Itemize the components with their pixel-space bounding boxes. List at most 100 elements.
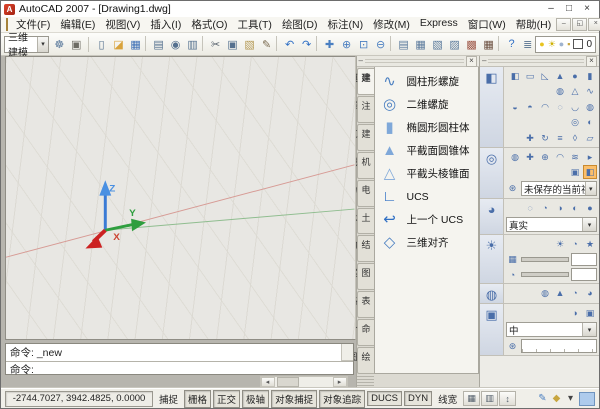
menu-item[interactable]: 视图(V) (100, 17, 145, 32)
tab-switch-icon[interactable]: ↕ (499, 391, 516, 406)
layer-color-swatch[interactable] (573, 39, 583, 49)
menu-item[interactable]: 格式(O) (186, 17, 232, 32)
dashboard-close-icon[interactable]: × (586, 56, 597, 67)
palette-tab[interactable]: 建筑 (357, 124, 374, 151)
cylinder-icon[interactable]: ▮ (583, 69, 597, 83)
torus-icon[interactable]: ◍ (553, 84, 567, 98)
render-preset-dropdown[interactable]: 中 ▾ (506, 322, 597, 337)
render-environment-icon[interactable]: ◍ (480, 284, 504, 303)
palette-tab[interactable]: 图案 (357, 263, 374, 290)
zoom-previous-icon[interactable]: ⊖ (372, 36, 389, 53)
helix-icon[interactable]: ∿ (583, 84, 597, 98)
menu-item[interactable]: 窗口(W) (463, 17, 511, 32)
swivel-icon[interactable]: ◠ (553, 150, 567, 164)
toolbar-separator[interactable] (202, 36, 206, 51)
status-toggle-button[interactable]: 极轴 (242, 390, 269, 408)
palette-tool-item[interactable]: ∟ UCS (377, 186, 476, 207)
menu-item[interactable]: 插入(I) (145, 17, 186, 32)
render-settings-icon[interactable]: ▣ (583, 306, 597, 320)
cone-icon[interactable]: ▲ (553, 69, 567, 83)
palette-close-icon[interactable]: × (466, 56, 477, 67)
box-icon[interactable]: ▭ (523, 69, 537, 83)
zoom-window-icon[interactable]: ⊡ (355, 36, 372, 53)
palette-tab[interactable]: 表格 (357, 291, 374, 318)
help-icon[interactable]: ? (503, 36, 520, 53)
time-field[interactable] (571, 268, 597, 281)
layout-tab-icon[interactable]: ▥ (481, 391, 498, 406)
extract-edges-icon[interactable]: ◊ (568, 131, 582, 145)
zoom-icon[interactable]: ⊕ (538, 150, 552, 164)
clean-screen-button[interactable] (579, 392, 595, 406)
wedge-icon[interactable]: ◺ (538, 69, 552, 83)
perspective-icon[interactable]: ◧ (583, 165, 597, 179)
scroll-right-icon[interactable]: ▸ (333, 377, 347, 387)
command-history[interactable]: 命令: _new (6, 344, 353, 362)
2d-wireframe-icon[interactable]: ◌ (523, 201, 537, 215)
layer-dropdown[interactable]: ●☀●▪ 0 (535, 36, 596, 53)
palette-overflow-grip[interactable] (357, 374, 374, 386)
palette-tool-item[interactable]: △ 平截头棱锥面 (377, 163, 476, 184)
date-slider[interactable] (521, 257, 569, 262)
toolbar-separator[interactable] (276, 36, 280, 51)
layers-icon[interactable]: ≣ (522, 36, 533, 53)
time-slider[interactable] (521, 272, 569, 277)
sun-status-icon[interactable]: ☀ (553, 237, 567, 251)
constrained-orbit-icon[interactable]: ◍ (508, 150, 522, 164)
mdi-minimize-button[interactable]: – (556, 18, 571, 31)
palette-tool-item[interactable]: ◎ 二维螺旋 (377, 94, 476, 115)
command-horizontal-scrollbar[interactable]: ◂ ▸ (260, 376, 348, 388)
toolbar-lock-icon[interactable]: ◆ (550, 393, 563, 404)
palette-tab[interactable]: 机械 (357, 152, 374, 179)
layer-plot-icon[interactable]: ▪ (567, 40, 570, 49)
revolve-icon[interactable]: ◌ (553, 100, 567, 114)
conceptual-icon[interactable]: ◐ (568, 201, 582, 215)
subtract-icon[interactable]: ◎ (568, 115, 582, 129)
model-tab-icon[interactable]: ▦ (463, 391, 480, 406)
command-window[interactable]: 命令: _new 命令: (5, 343, 354, 375)
status-toggle-button[interactable]: 正交 (213, 390, 240, 408)
3d-navigate-icon[interactable]: ◎ (480, 148, 504, 198)
palette-tab[interactable]: 土木 (357, 208, 374, 235)
properties-icon[interactable]: ▤ (395, 36, 412, 53)
status-toggle-button[interactable]: DYN (404, 391, 432, 406)
paste-icon[interactable]: ▧ (241, 36, 258, 53)
render-icon[interactable]: ▣ (480, 304, 504, 355)
cut-icon[interactable]: ✂ (207, 36, 224, 53)
status-toggle-button[interactable]: DUCS (367, 391, 402, 406)
view-restore-icon[interactable]: ⊛ (506, 183, 519, 194)
union-icon[interactable]: ◍ (583, 100, 597, 114)
maximize-button[interactable]: □ (560, 2, 578, 16)
menu-item[interactable]: 标注(N) (323, 17, 369, 32)
advanced-render-settings-icon[interactable]: ◔ (568, 286, 582, 300)
match-properties-icon[interactable]: ✎ (258, 36, 275, 53)
layer-lock-icon[interactable]: ● (559, 40, 564, 49)
light-icon[interactable]: ☀ (480, 235, 504, 283)
annotation-scale-icon[interactable]: ✎ (536, 393, 549, 404)
palette-tab[interactable]: 绘图 (357, 347, 374, 374)
palette-tool-item[interactable]: ◇ 三维对齐 (377, 232, 476, 253)
status-toggle-button[interactable]: 对象追踪 (319, 390, 365, 408)
walk-icon[interactable]: ≋ (568, 150, 582, 164)
menu-item[interactable]: 修改(M) (368, 17, 415, 32)
chevron-down-icon[interactable]: ▾ (582, 323, 596, 336)
markup-icon[interactable]: ▩ (463, 36, 480, 53)
chevron-down-icon[interactable]: ▾ (37, 37, 48, 52)
presspull-icon[interactable]: ◓ (523, 100, 537, 114)
command-vertical-scrollbar[interactable] (341, 344, 353, 361)
toolbar-separator[interactable] (390, 36, 394, 51)
pan-icon[interactable]: ✚ (321, 36, 338, 53)
extrude-icon[interactable]: ◒ (508, 100, 522, 114)
status-toggle-button[interactable]: 栅格 (184, 390, 211, 408)
minimize-button[interactable]: – (542, 2, 560, 16)
render-window-icon[interactable]: ◕ (583, 286, 597, 300)
designcenter-icon[interactable]: ▦ (412, 36, 429, 53)
render-output-field[interactable] (521, 339, 597, 353)
chevron-down-icon[interactable]: ▾ (582, 218, 596, 231)
new-icon[interactable]: ▯ (93, 36, 110, 53)
realistic-icon[interactable]: ● (583, 201, 597, 215)
redo-icon[interactable]: ↷ (298, 36, 315, 53)
status-menu-arrow-icon[interactable]: ▾ (564, 393, 577, 404)
menu-item[interactable]: 编辑(E) (55, 17, 100, 32)
scroll-left-icon[interactable]: ◂ (261, 377, 275, 387)
3d-rotate-icon[interactable]: ↻ (538, 131, 552, 145)
